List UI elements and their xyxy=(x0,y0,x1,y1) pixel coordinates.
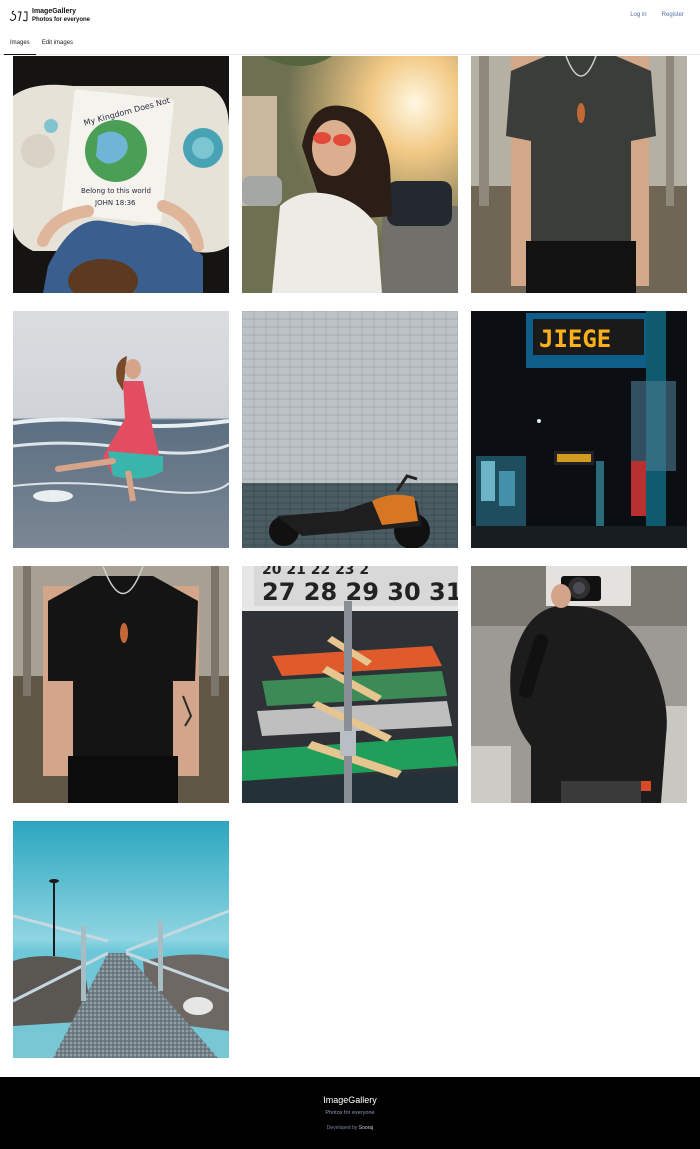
gallery-item[interactable] xyxy=(471,56,687,293)
clothes-rack-hangers-photo: 20 21 22 23 2 27 28 29 30 31 xyxy=(242,566,458,803)
footer-tagline: Photos for everyone xyxy=(325,1110,375,1116)
drawing-reference-text: JOHN 18:36 xyxy=(94,199,136,207)
footer-credit: Developed by Sooraj xyxy=(0,1125,700,1131)
footer-developed-by: Developed by xyxy=(326,1125,358,1131)
auth-links: Log in Register xyxy=(630,12,684,18)
footer-title: ImageGallery xyxy=(323,1095,377,1105)
gallery-item[interactable] xyxy=(13,821,229,1058)
logo-icon[interactable] xyxy=(9,9,30,23)
image-grid: My Kingdom Does Not Belong to this world… xyxy=(13,56,687,1058)
gallery-item[interactable] xyxy=(242,311,458,548)
register-link[interactable]: Register xyxy=(662,12,684,18)
woman-sunglasses-photo xyxy=(242,56,458,293)
motorcycle-tiled-wall-photo xyxy=(242,311,458,548)
login-link[interactable]: Log in xyxy=(630,12,646,18)
gallery-item[interactable] xyxy=(242,56,458,293)
woman-dress-beach-photo xyxy=(13,311,229,548)
footer-developer-name[interactable]: Sooraj xyxy=(359,1125,373,1131)
tab-images[interactable]: Images xyxy=(4,38,36,55)
man-black-tshirt-photo xyxy=(13,566,229,803)
brand-tagline: Photos for everyone xyxy=(32,17,91,23)
night-street-neon-photo: JIEGE xyxy=(471,311,687,548)
drawing-subtitle-text: Belong to this world xyxy=(81,187,151,195)
gallery-item[interactable]: JIEGE xyxy=(471,311,687,548)
photographer-camera-photo xyxy=(471,566,687,803)
gallery-item[interactable] xyxy=(471,566,687,803)
brand-name[interactable]: ImageGallery xyxy=(32,8,76,15)
tab-edit-images[interactable]: Edit images xyxy=(36,38,79,55)
gallery-item[interactable]: 20 21 22 23 2 27 28 29 30 31 xyxy=(242,566,458,803)
pier-walkway-sea-photo xyxy=(13,821,229,1058)
site-footer: ImageGallery Photos for everyone Develop… xyxy=(0,1077,700,1149)
gallery-item[interactable] xyxy=(13,311,229,548)
calendar-top-text: 20 21 22 23 2 xyxy=(262,566,369,578)
gallery-item[interactable] xyxy=(13,566,229,803)
gallery-item[interactable]: My Kingdom Does Not Belong to this world… xyxy=(13,56,229,293)
calendar-text: 27 28 29 30 31 xyxy=(262,578,458,606)
site-header: ImageGallery Photos for everyone Log in … xyxy=(0,0,700,55)
tab-bar: Images Edit images xyxy=(4,38,79,55)
neon-sign-text: JIEGE xyxy=(539,325,611,353)
man-tshirt-necklace-photo xyxy=(471,56,687,293)
child-drawing-photo: My Kingdom Does Not Belong to this world… xyxy=(13,56,229,293)
